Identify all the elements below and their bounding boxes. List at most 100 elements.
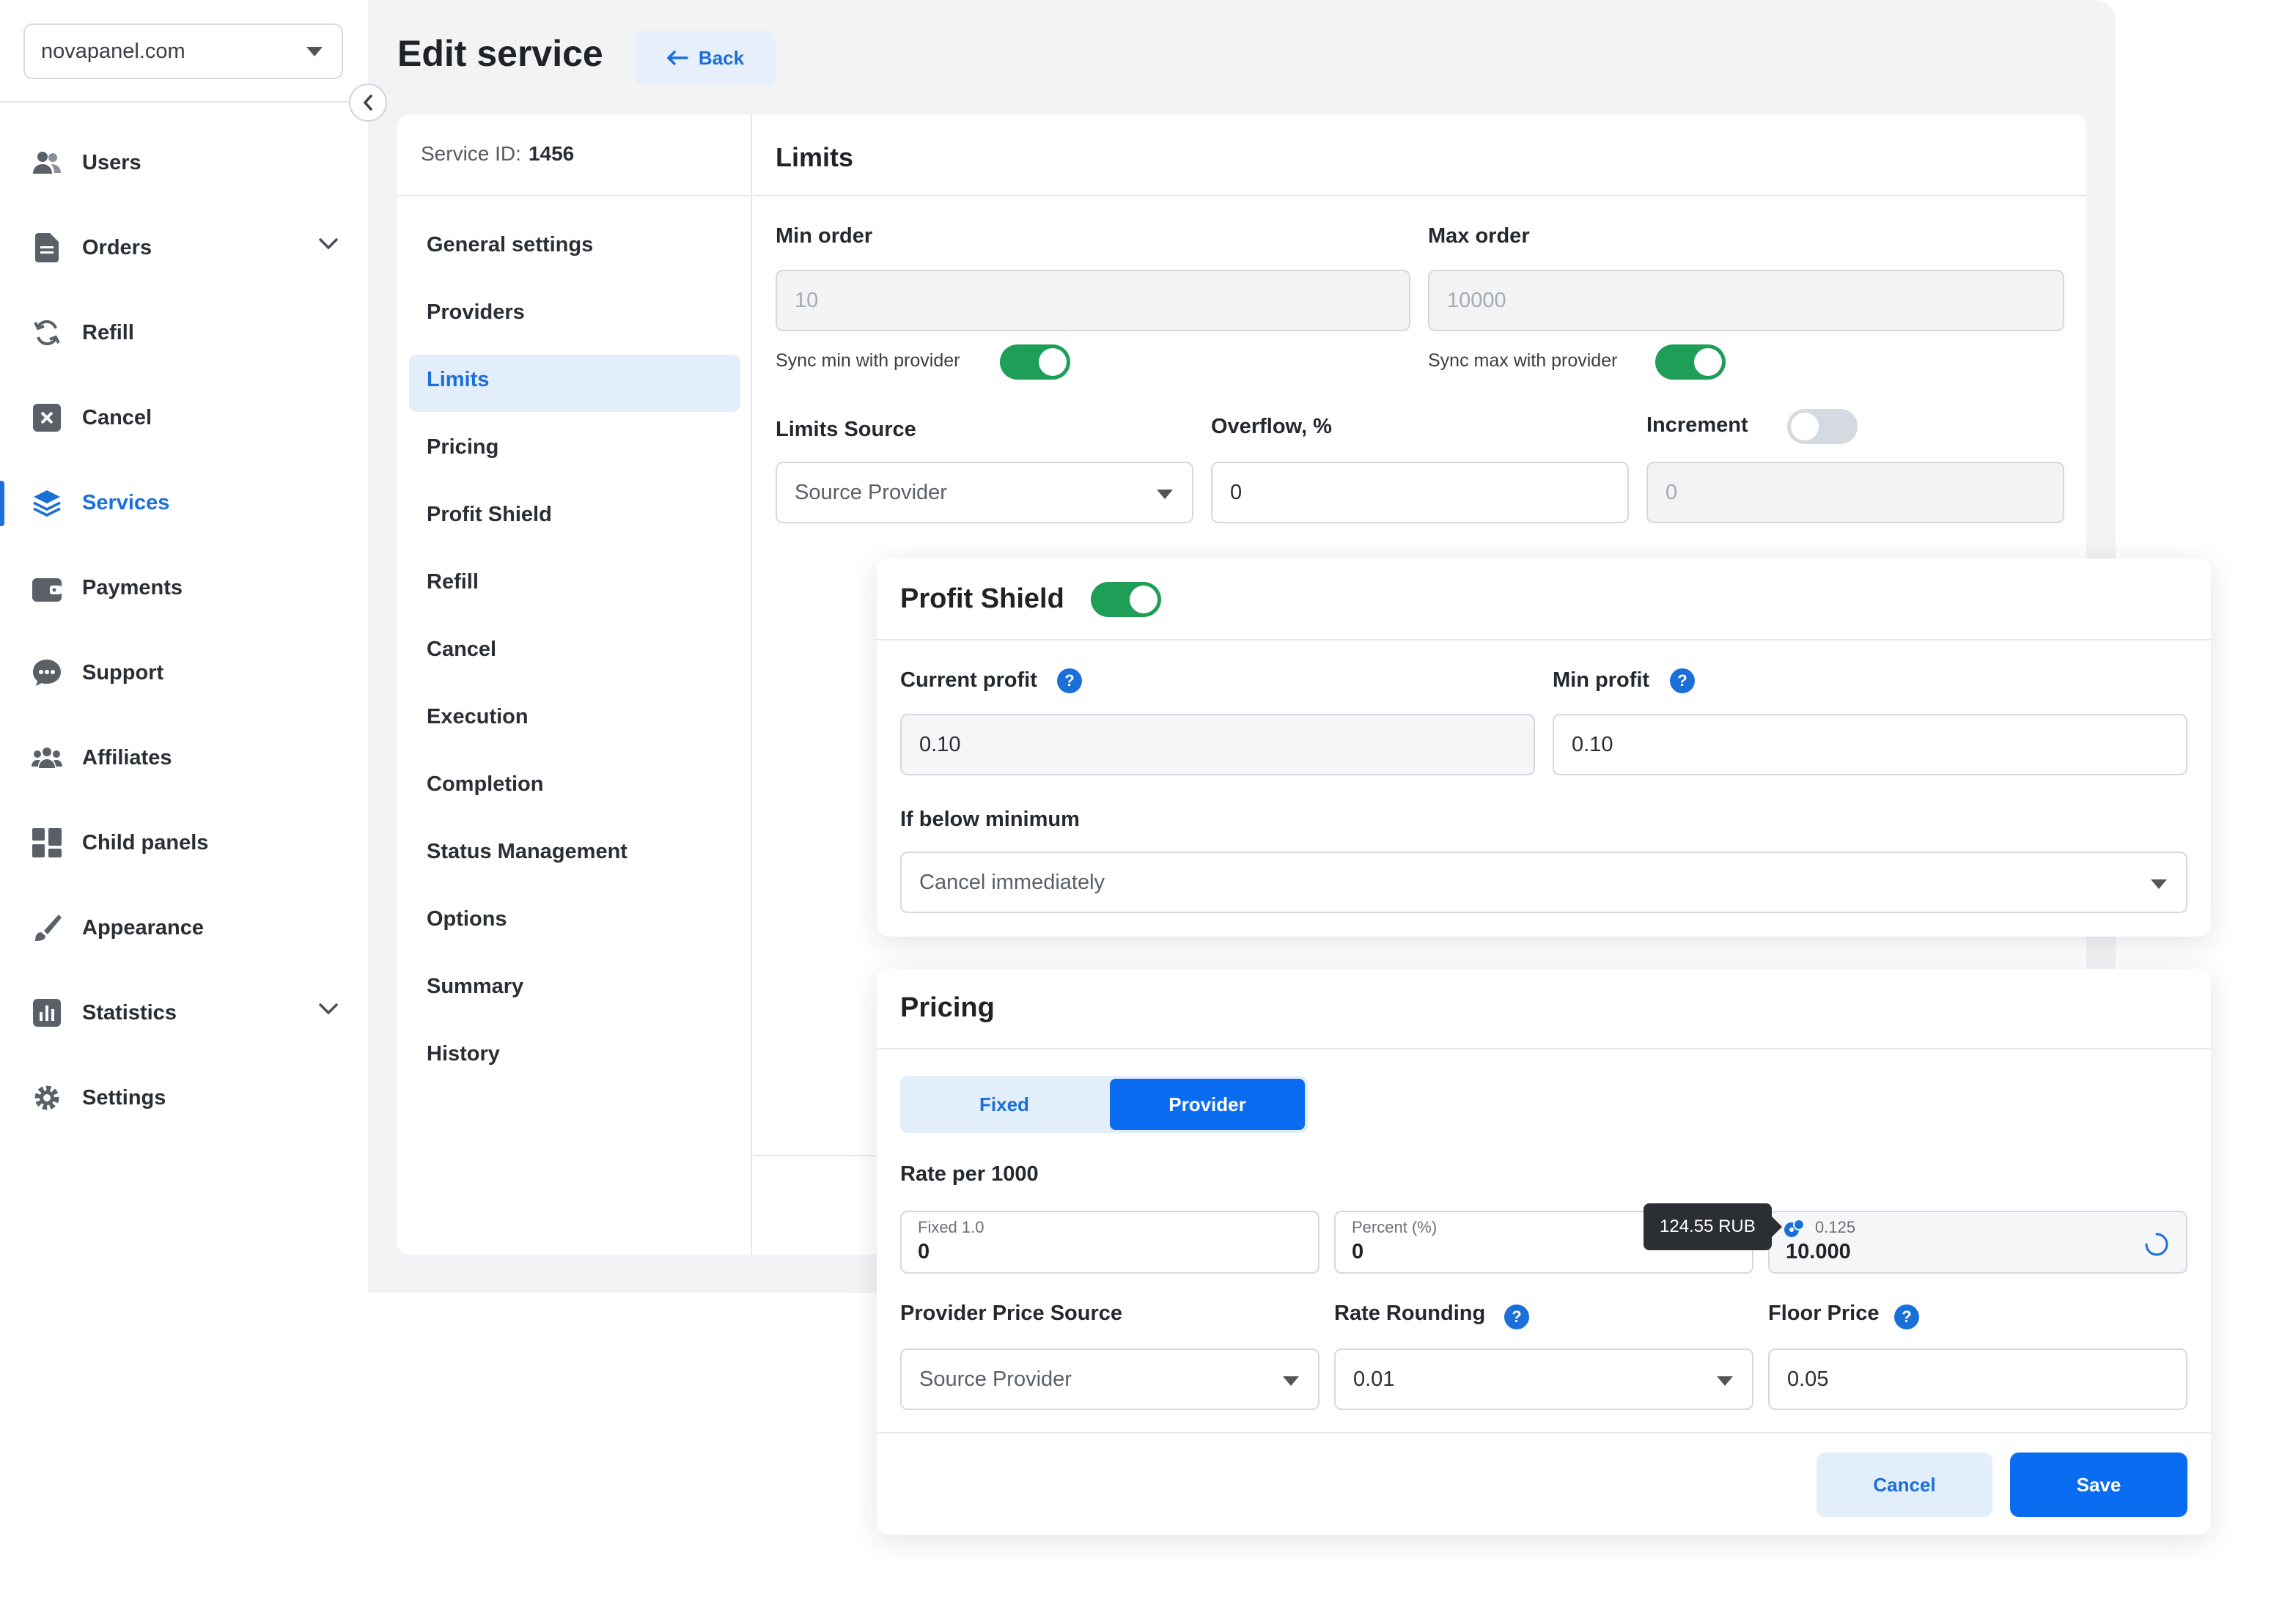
sidebar-divider	[0, 101, 368, 103]
service-nav-panel: Service ID: 1456 General settings Provide…	[397, 114, 752, 1255]
current-profit-label: Current profit	[900, 668, 1037, 692]
divider	[877, 1432, 2211, 1433]
min-profit-label: Min profit	[1553, 668, 1650, 692]
help-icon[interactable]: ?	[1670, 668, 1695, 693]
provider-rate-caption: 0.125	[1815, 1218, 1856, 1236]
wallet-icon	[31, 572, 63, 604]
sidebar-item-statistics[interactable]: Statistics	[0, 983, 368, 1042]
sidebar-item-refill[interactable]: Refill	[0, 303, 368, 362]
nav-options[interactable]: Options	[427, 907, 507, 931]
group-icon	[31, 742, 63, 774]
rounding-value: 0.01	[1353, 1367, 1395, 1391]
sidebar-item-label: Orders	[82, 235, 152, 259]
nav-status-management[interactable]: Status Management	[427, 840, 627, 864]
domain-select[interactable]: novapanel.com	[23, 23, 343, 79]
fixed-rate-value: 0	[918, 1240, 930, 1263]
grid-icon	[31, 827, 63, 859]
nav-history[interactable]: History	[427, 1042, 500, 1066]
service-id-label: Service ID:	[421, 142, 521, 165]
max-order-label: Max order	[1428, 224, 1530, 248]
mode-provider-button[interactable]: Provider	[1110, 1079, 1305, 1130]
percent-rate-caption: Percent (%)	[1352, 1218, 1438, 1236]
floor-price-value: 0.05	[1787, 1367, 1829, 1391]
increment-input[interactable]: 0	[1646, 462, 2064, 523]
sync-max-toggle[interactable]	[1655, 344, 1726, 380]
nav-cancel[interactable]: Cancel	[427, 638, 496, 662]
caret-down-icon	[1283, 1376, 1299, 1386]
max-order-input[interactable]: 10000	[1428, 270, 2064, 331]
back-button[interactable]: Back	[635, 31, 776, 85]
sidebar-item-cancel[interactable]: Cancel	[0, 388, 368, 447]
nav-completion[interactable]: Completion	[427, 772, 544, 797]
help-icon[interactable]: ?	[1504, 1304, 1529, 1329]
loading-spinner-icon	[2143, 1231, 2170, 1261]
nav-summary[interactable]: Summary	[427, 975, 523, 999]
price-source-label: Provider Price Source	[900, 1302, 1123, 1325]
help-icon[interactable]: ?	[1894, 1304, 1919, 1329]
price-source-select[interactable]: Source Provider	[900, 1348, 1320, 1410]
sync-min-toggle[interactable]	[1000, 344, 1070, 380]
min-profit-value: 0.10	[1572, 732, 1613, 756]
service-id: Service ID: 1456	[421, 142, 574, 166]
layers-icon	[31, 487, 63, 519]
sidebar-item-affiliates[interactable]: Affiliates	[0, 728, 368, 787]
provider-rate-value: 10.000	[1786, 1240, 1851, 1263]
increment-value: 0	[1666, 480, 1678, 504]
mode-fixed-button[interactable]: Fixed	[900, 1076, 1108, 1133]
min-order-value: 10	[795, 288, 819, 312]
nav-pricing[interactable]: Pricing	[427, 435, 498, 459]
min-profit-input[interactable]: 0.10	[1553, 714, 2187, 775]
sidebar-item-support[interactable]: Support	[0, 643, 368, 702]
current-profit-input[interactable]: 0.10	[900, 714, 1535, 775]
sidebar-item-label: Affiliates	[82, 745, 172, 769]
caret-down-icon	[2151, 879, 2167, 889]
sidebar-item-users[interactable]: Users	[0, 133, 368, 192]
chevron-down-icon[interactable]	[318, 237, 339, 254]
fixed-rate-input[interactable]: Fixed 1.0 0	[900, 1211, 1320, 1274]
sidebar-item-label: Child panels	[82, 830, 209, 855]
save-button[interactable]: Save	[2010, 1453, 2187, 1517]
overflow-label: Overflow, %	[1211, 415, 1332, 438]
pricing-mode-toggle: Fixed Provider	[900, 1076, 1308, 1133]
increment-toggle[interactable]	[1787, 409, 1858, 444]
profit-shield-toggle[interactable]	[1091, 582, 1161, 617]
profit-shield-title: Profit Shield	[900, 583, 1064, 614]
nav-execution[interactable]: Execution	[427, 705, 529, 729]
sidebar-collapse-button[interactable]	[349, 84, 387, 122]
sidebar-item-child-panels[interactable]: Child panels	[0, 813, 368, 872]
cancel-button[interactable]: Cancel	[1817, 1453, 1992, 1517]
rounding-label: Rate Rounding	[1334, 1302, 1486, 1325]
below-min-select[interactable]: Cancel immediately	[900, 852, 2187, 913]
overflow-input[interactable]: 0	[1211, 462, 1629, 523]
chat-icon	[31, 657, 63, 689]
fixed-rate-caption: Fixed 1.0	[918, 1218, 984, 1236]
limits-title: Limits	[776, 142, 854, 172]
sidebar-item-settings[interactable]: Settings	[0, 1068, 368, 1127]
floor-price-input[interactable]: 0.05	[1768, 1348, 2187, 1410]
current-profit-value: 0.10	[919, 732, 961, 756]
nav-providers[interactable]: Providers	[427, 300, 525, 325]
chevron-down-icon[interactable]	[318, 1003, 339, 1019]
brush-icon	[31, 912, 63, 944]
sidebar-item-label: Payments	[82, 575, 183, 599]
sidebar-item-payments[interactable]: Payments	[0, 558, 368, 617]
service-id-value: 1456	[528, 142, 575, 165]
sidebar-item-appearance[interactable]: Appearance	[0, 898, 368, 957]
min-order-input[interactable]: 10	[776, 270, 1410, 331]
document-icon	[31, 232, 63, 264]
min-order-label: Min order	[776, 224, 873, 248]
rounding-select[interactable]: 0.01	[1334, 1348, 1753, 1410]
help-icon[interactable]: ?	[1057, 668, 1082, 693]
sidebar-item-services[interactable]: Services	[0, 473, 368, 532]
nav-limits[interactable]: Limits	[427, 368, 489, 392]
sidebar-item-orders[interactable]: Orders	[0, 218, 368, 277]
nav-general-settings[interactable]: General settings	[427, 233, 593, 257]
below-min-value: Cancel immediately	[919, 870, 1105, 894]
rate-label: Rate per 1000	[900, 1162, 1039, 1186]
nav-refill[interactable]: Refill	[427, 570, 479, 594]
limits-source-value: Source Provider	[795, 480, 947, 504]
nav-profit-shield[interactable]: Profit Shield	[427, 503, 552, 527]
limits-source-select[interactable]: Source Provider	[776, 462, 1193, 523]
sidebar-item-label: Statistics	[82, 1000, 177, 1025]
provider-rate-input[interactable]: 0.125 10.000	[1768, 1211, 2187, 1274]
